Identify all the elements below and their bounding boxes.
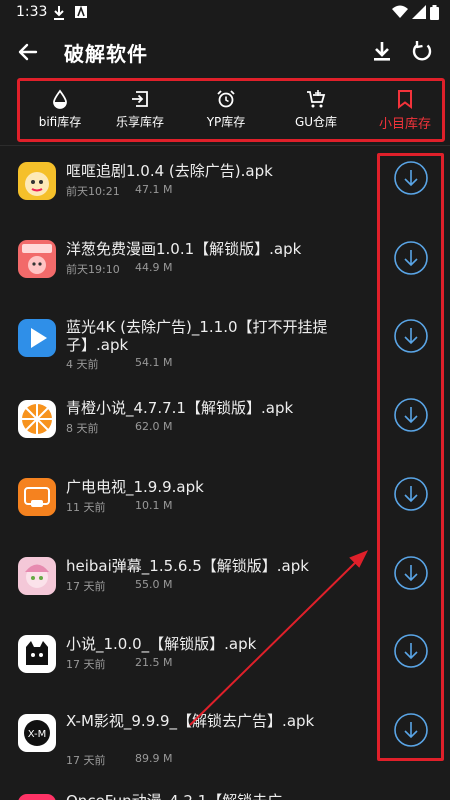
app-name: OnceFun动漫_4.2.1【解锁去广 [66, 792, 336, 800]
signal-icon [412, 5, 426, 19]
download-button[interactable] [393, 397, 429, 433]
app-date: 17 天前 [66, 658, 106, 671]
refresh-icon[interactable] [410, 39, 434, 63]
back-arrow-icon[interactable] [14, 38, 42, 66]
app-size: 62.0 M [135, 420, 173, 433]
list-item[interactable]: 哐哐追剧1.0.4 (去除广告).apk 前天10:21 47.1 M [0, 146, 450, 224]
app-notification-icon [75, 5, 87, 18]
app-name: 哐哐追剧1.0.4 (去除广告).apk [66, 162, 273, 180]
app-icon [18, 557, 56, 595]
cart-plus-icon [307, 90, 326, 108]
app-icon [18, 635, 56, 673]
app-name: 青橙小说_4.7.7.1【解锁版】.apk [66, 399, 294, 417]
download-button[interactable] [393, 318, 429, 354]
tab-label: bifi库存 [38, 115, 82, 129]
app-date: 17 天前 [66, 580, 106, 593]
tab-label: 乐享库存 [115, 115, 164, 129]
tab-label: YP库存 [206, 115, 246, 129]
status-bar: 1:33 [0, 0, 450, 26]
app-size: 21.5 M [135, 656, 173, 669]
app-name: 小说_1.0.0_【解锁版】.apk [66, 635, 257, 653]
list-item[interactable]: heibai弹幕_1.5.6.5【解锁版】.apk 17 天前 55.0 M [0, 550, 450, 628]
tab-xiaomu[interactable]: 小目库存 [365, 87, 445, 137]
tab-gu[interactable]: GU仓库 [276, 87, 356, 137]
tab-label: GU仓库 [294, 115, 338, 129]
list-item[interactable]: 洋葱免费漫画1.0.1【解锁版】.apk 前天19:10 44.9 M [0, 224, 450, 302]
app-name: 广电电视_1.9.9.apk [66, 478, 204, 496]
app-icon [18, 478, 56, 516]
water-drop-icon [53, 89, 67, 109]
app-name: X-M影视_9.9.9_【解锁去广告】.apk [66, 712, 315, 730]
app-icon [18, 319, 56, 357]
svg-text:X-M: X-M [28, 729, 47, 740]
list-item[interactable]: 广电电视_1.9.9.apk 11 天前 10.1 M [0, 472, 450, 550]
list-item[interactable]: 蓝光4K (去除广告)_1.1.0【打不开挂提子】.apk 4 天前 54.1 … [0, 302, 450, 394]
page-title: 破解软件 [64, 42, 148, 66]
app-date: 11 天前 [66, 501, 106, 514]
download-button[interactable] [393, 712, 429, 748]
app-name: heibai弹幕_1.5.6.5【解锁版】.apk [66, 557, 309, 575]
list-item[interactable]: OnceFun动漫_4.2.1【解锁去广 [0, 790, 450, 800]
list-item[interactable]: X-M X-M影视_9.9.9_【解锁去广告】.apk 17 天前 89.9 M [0, 706, 450, 790]
download-button[interactable] [393, 555, 429, 591]
list-item[interactable]: 小说_1.0.0_【解锁版】.apk 17 天前 21.5 M [0, 628, 450, 706]
bookmark-icon [398, 90, 412, 109]
app-bar: 破解软件 [0, 26, 450, 78]
app-icon [18, 794, 56, 800]
app-date: 4 天前 [66, 358, 99, 371]
app-icon: X-M [18, 714, 56, 752]
app-icon [18, 162, 56, 200]
battery-icon [430, 5, 439, 20]
tab-lexiang[interactable]: 乐享库存 [100, 87, 180, 137]
tab-label: 小目库存 [378, 117, 431, 132]
app-name: 蓝光4K (去除广告)_1.1.0【打不开挂提子】.apk [66, 318, 328, 354]
tab-bifi[interactable]: bifi库存 [20, 87, 100, 137]
app-icon [18, 400, 56, 438]
app-size: 55.0 M [135, 578, 173, 591]
app-date: 17 天前 [66, 754, 106, 767]
download-icon[interactable] [370, 39, 394, 63]
app-size: 44.9 M [135, 261, 173, 274]
status-time: 1:33 [16, 4, 48, 20]
app-date: 前天10:21 [66, 185, 120, 198]
download-notification-icon [54, 6, 64, 20]
source-tabs: bifi库存 乐享库存 YP库存 GU仓库 小目库存 [17, 78, 445, 142]
app-name: 洋葱免费漫画1.0.1【解锁版】.apk [66, 240, 302, 258]
app-size: 10.1 M [135, 499, 173, 512]
list-item[interactable]: 青橙小说_4.7.7.1【解锁版】.apk 8 天前 62.0 M [0, 394, 450, 472]
app-size: 54.1 M [135, 356, 173, 369]
download-button[interactable] [393, 633, 429, 669]
app-icon [18, 240, 56, 278]
wifi-icon [392, 5, 408, 18]
app-size: 47.1 M [135, 183, 173, 196]
app-date: 8 天前 [66, 422, 99, 435]
download-button[interactable] [393, 160, 429, 196]
app-date: 前天19:10 [66, 263, 120, 276]
login-box-icon [132, 91, 148, 107]
download-button[interactable] [393, 476, 429, 512]
download-button[interactable] [393, 240, 429, 276]
tab-yp[interactable]: YP库存 [186, 87, 266, 137]
app-size: 89.9 M [135, 752, 173, 765]
alarm-clock-icon [217, 90, 235, 108]
